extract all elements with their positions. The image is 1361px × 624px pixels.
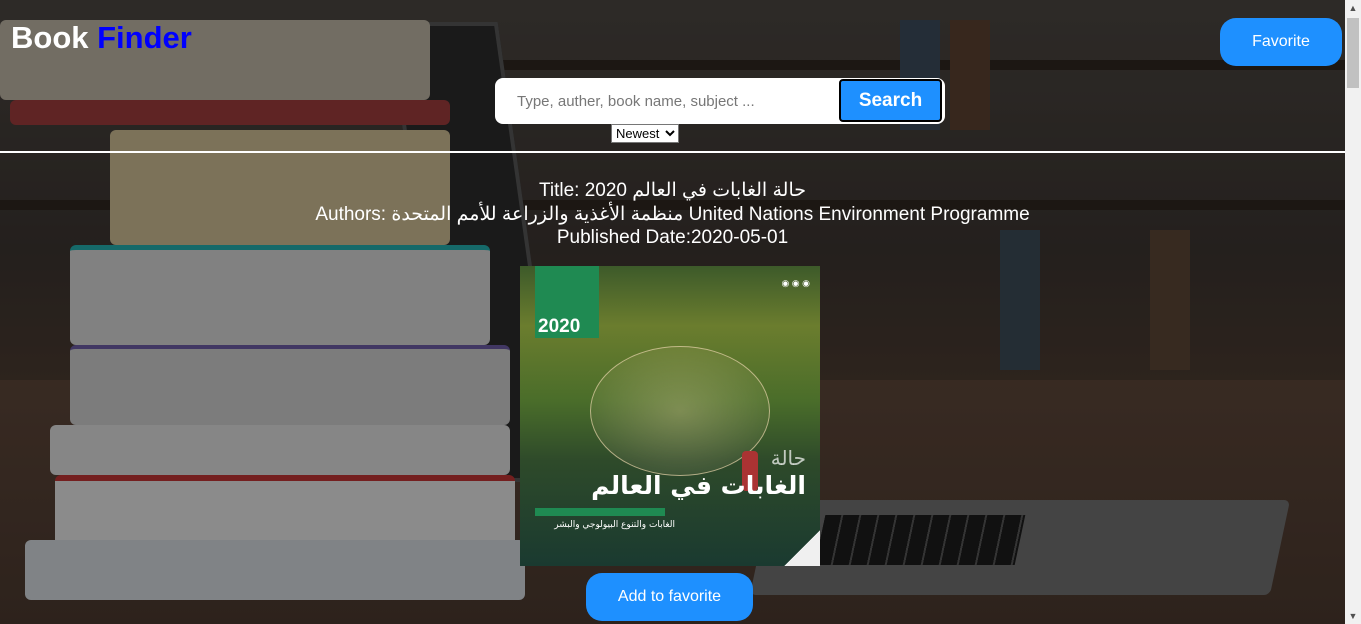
scrollbar-thumb[interactable]: [1347, 18, 1359, 88]
book-cover-image: 2020 ◉ ◉ ◉ حالة الغابات في العالم الغابا…: [520, 266, 820, 566]
cover-title-light: حالة: [770, 446, 806, 470]
book-authors: Authors: منظمة الأغذية والزراعة للأمم ال…: [315, 204, 1030, 225]
app-logo: Book Finder: [11, 20, 192, 56]
cover-subtitle: الغابات والتنوع البيولوجي والبشر: [554, 520, 675, 530]
logo-text-finder: Finder: [97, 20, 192, 55]
cover-publisher-logos: ◉ ◉ ◉: [781, 278, 810, 288]
search-input[interactable]: [507, 86, 827, 116]
book-published-date: Published Date:2020-05-01: [556, 227, 789, 248]
book-title: Title: حالة الغابات في العالم 2020: [538, 180, 807, 201]
cover-title: حالة الغابات في العالم: [591, 444, 806, 500]
cover-year: 2020: [538, 316, 581, 337]
scroll-down-icon[interactable]: ▼: [1345, 608, 1361, 624]
add-to-favorite-button[interactable]: Add to favorite: [586, 573, 753, 621]
vertical-scrollbar[interactable]: ▲ ▼: [1345, 0, 1361, 624]
cover-title-main: الغابات في العالم: [591, 471, 806, 500]
divider: [0, 151, 1345, 153]
favorite-button[interactable]: Favorite: [1220, 18, 1342, 66]
logo-text-book: Book: [11, 20, 89, 55]
sort-select[interactable]: Newest: [611, 124, 679, 143]
search-button[interactable]: Search: [839, 79, 942, 122]
cover-page-curl: [784, 530, 820, 566]
scroll-up-icon[interactable]: ▲: [1345, 0, 1361, 16]
cover-band: [535, 508, 665, 516]
